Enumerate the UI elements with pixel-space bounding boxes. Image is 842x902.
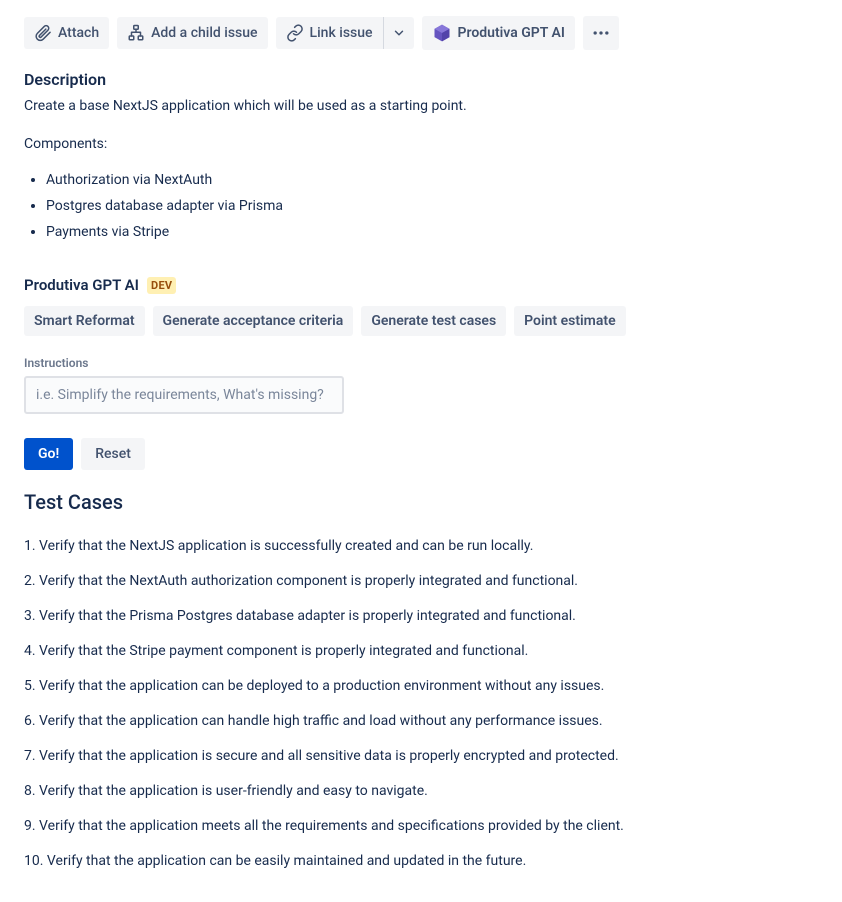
components-list: Authorization via NextAuth Postgres data…	[26, 172, 818, 240]
instructions-label: Instructions	[24, 356, 818, 370]
list-item: Authorization via NextAuth	[46, 172, 818, 188]
produtiva-ai-label: Produtiva GPT AI	[458, 25, 565, 41]
instructions-input[interactable]	[24, 376, 344, 414]
description-body: Create a base NextJS application which w…	[24, 97, 818, 240]
description-heading: Description	[24, 70, 818, 89]
dev-badge: DEV	[147, 277, 176, 294]
test-cases-list: 1. Verify that the NextJS application is…	[24, 536, 818, 872]
test-case-item: 1. Verify that the NextJS application is…	[24, 536, 818, 557]
child-issue-icon	[127, 24, 145, 42]
generate-test-cases-button[interactable]: Generate test cases	[361, 306, 506, 336]
test-cases-heading: Test Cases	[24, 490, 818, 514]
more-horizontal-icon	[591, 23, 611, 43]
ai-form-buttons: Go! Reset	[24, 438, 818, 470]
test-case-item: 7. Verify that the application is secure…	[24, 746, 818, 767]
test-case-item: 3. Verify that the Prisma Postgres datab…	[24, 606, 818, 627]
add-child-issue-button[interactable]: Add a child issue	[117, 17, 267, 49]
ai-section-title: Produtiva GPT AI	[24, 276, 139, 294]
reset-button[interactable]: Reset	[81, 438, 145, 470]
issue-toolbar: Attach Add a child issue Link issue	[24, 16, 818, 50]
link-issue-label: Link issue	[310, 25, 373, 41]
test-case-item: 10. Verify that the application can be e…	[24, 851, 818, 872]
test-case-item: 2. Verify that the NextAuth authorizatio…	[24, 571, 818, 592]
test-case-item: 5. Verify that the application can be de…	[24, 676, 818, 697]
produtiva-logo-icon	[432, 23, 452, 43]
link-issue-button[interactable]: Link issue	[276, 17, 383, 49]
link-issue-dropdown[interactable]	[383, 17, 414, 49]
test-case-item: 8. Verify that the application is user-f…	[24, 781, 818, 802]
link-issue-split: Link issue	[276, 17, 414, 49]
link-icon	[286, 24, 304, 42]
produtiva-ai-button[interactable]: Produtiva GPT AI	[422, 16, 575, 50]
attach-button[interactable]: Attach	[24, 17, 109, 49]
list-item: Payments via Stripe	[46, 224, 818, 240]
test-case-item: 4. Verify that the Stripe payment compon…	[24, 641, 818, 662]
test-case-item: 9. Verify that the application meets all…	[24, 816, 818, 837]
description-intro: Create a base NextJS application which w…	[24, 97, 818, 117]
ai-section: Produtiva GPT AI DEV Smart Reformat Gene…	[24, 276, 818, 872]
test-case-item: 6. Verify that the application can handl…	[24, 711, 818, 732]
ai-actions-row: Smart Reformat Generate acceptance crite…	[24, 306, 818, 336]
paperclip-icon	[34, 24, 52, 42]
generate-acceptance-criteria-button[interactable]: Generate acceptance criteria	[153, 306, 354, 336]
point-estimate-button[interactable]: Point estimate	[514, 306, 625, 336]
attach-label: Attach	[58, 25, 99, 41]
add-child-label: Add a child issue	[151, 25, 257, 41]
chevron-down-icon	[392, 26, 406, 40]
instructions-field: Instructions	[24, 356, 818, 414]
go-button[interactable]: Go!	[24, 438, 73, 470]
more-actions-button[interactable]	[583, 16, 619, 50]
smart-reformat-button[interactable]: Smart Reformat	[24, 306, 145, 336]
components-label: Components:	[24, 135, 818, 155]
list-item: Postgres database adapter via Prisma	[46, 198, 818, 214]
ai-section-header: Produtiva GPT AI DEV	[24, 276, 818, 294]
